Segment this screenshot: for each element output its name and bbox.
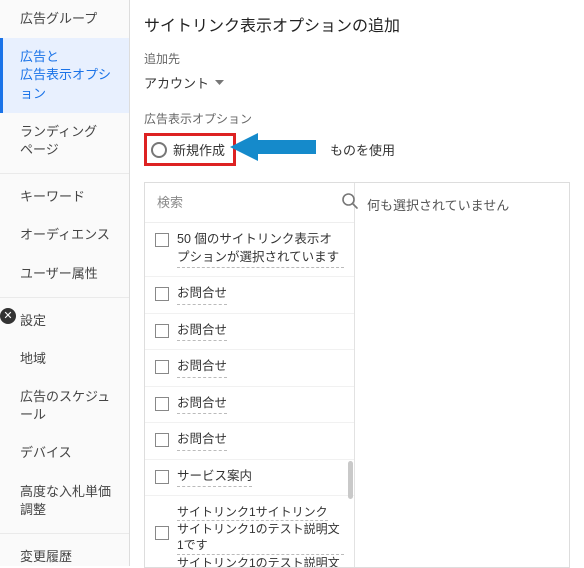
list-item[interactable]: お問合せ <box>145 314 354 351</box>
checkbox[interactable] <box>155 433 169 447</box>
checkbox[interactable] <box>155 526 169 540</box>
sidebar-item-audiences[interactable]: オーディエンス <box>0 216 129 254</box>
sidebar-item-settings[interactable]: 設定 <box>0 302 129 340</box>
main-panel: サイトリンク表示オプションの追加 追加先 アカウント 広告表示オプション 新規作… <box>130 0 584 566</box>
list-item[interactable]: お問合せ <box>145 350 354 387</box>
scrollbar[interactable] <box>348 461 353 499</box>
list-item[interactable]: サイトリンク1サイトリンク サイトリンク1のテスト説明文1です サイトリンク1の… <box>145 496 354 567</box>
create-option-row: 新規作成 ものを使用 <box>144 133 570 166</box>
search-row <box>145 183 354 223</box>
selected-panel: 何も選択されていません <box>355 183 569 567</box>
sidebar-item-landing-pages[interactable]: ランディング ページ <box>0 113 129 169</box>
extension-list[interactable]: 50 個のサイトリンク表示オプションが選択されています お問合せ お問合せ お問… <box>145 223 354 567</box>
available-panel: 50 個のサイトリンク表示オプションが選択されています お問合せ お問合せ お問… <box>145 183 355 567</box>
account-dropdown[interactable]: アカウント <box>144 73 224 92</box>
list-item-label: お問合せ <box>177 285 227 305</box>
extension-section-label: 広告表示オプション <box>144 110 570 127</box>
selection-panels: 50 個のサイトリンク表示オプションが選択されています お問合せ お問合せ お問… <box>144 182 570 568</box>
list-item-label: サービス案内 <box>177 468 252 488</box>
sidebar-item-locations[interactable]: 地域 <box>0 340 129 378</box>
sidebar: 広告グループ 広告と 広告表示オプション ランディング ページ キーワード オー… <box>0 0 130 566</box>
list-item[interactable]: 50 個のサイトリンク表示オプションが選択されています <box>145 223 354 277</box>
list-item-label: お問合せ <box>177 431 227 451</box>
list-item[interactable]: お問合せ <box>145 277 354 314</box>
sidebar-item-ads-extensions[interactable]: 広告と 広告表示オプション <box>0 38 129 113</box>
detail-line: サイトリンク1のテスト説明文1です <box>177 521 344 554</box>
divider <box>0 297 129 298</box>
chevron-down-icon <box>215 80 224 86</box>
checkbox[interactable] <box>155 360 169 374</box>
sidebar-item-devices[interactable]: デバイス <box>0 434 129 472</box>
list-item-label: お問合せ <box>177 395 227 415</box>
sidebar-item-ad-groups[interactable]: 広告グループ <box>0 0 129 38</box>
none-selected-text: 何も選択されていません <box>367 198 509 213</box>
use-existing-text: ものを使用 <box>330 140 395 159</box>
sidebar-item-ad-schedule[interactable]: 広告のスケジュール <box>0 378 129 434</box>
collapse-sidebar-icon[interactable]: ✕ <box>0 308 16 324</box>
list-item[interactable]: お問合せ <box>145 387 354 424</box>
destination-label: 追加先 <box>144 50 570 67</box>
detail-line: サイトリンク1サイトリンク <box>177 504 328 521</box>
checkbox[interactable] <box>155 470 169 484</box>
sidebar-item-demographics[interactable]: ユーザー属性 <box>0 255 129 293</box>
list-item-label: お問合せ <box>177 358 227 378</box>
sidebar-item-keywords[interactable]: キーワード <box>0 178 129 216</box>
sidebar-item-advanced-bid[interactable]: 高度な入札単価調整 <box>0 473 129 529</box>
list-item[interactable]: サービス案内 <box>145 460 354 497</box>
radio-new-create-label: 新規作成 <box>173 140 225 159</box>
search-input[interactable] <box>155 194 335 211</box>
list-item-label: お問合せ <box>177 322 227 342</box>
sidebar-item-change-history[interactable]: 変更履歴 <box>0 538 129 566</box>
list-item-label: 50 個のサイトリンク表示オプションが選択されています <box>177 231 344 268</box>
account-dropdown-label: アカウント <box>144 73 209 92</box>
radio-new-create[interactable] <box>151 142 167 158</box>
checkbox[interactable] <box>155 287 169 301</box>
checkbox[interactable] <box>155 324 169 338</box>
list-item[interactable]: お問合せ <box>145 423 354 460</box>
checkbox[interactable] <box>155 397 169 411</box>
radio-new-create-highlight: 新規作成 <box>144 133 236 166</box>
divider <box>0 533 129 534</box>
divider <box>0 173 129 174</box>
detail-line: サイトリンク1のテスト説明文2です <box>177 555 344 567</box>
page-title: サイトリンク表示オプションの追加 <box>144 12 570 36</box>
callout-arrow-icon <box>230 131 326 166</box>
list-item-detail-lines: サイトリンク1サイトリンク サイトリンク1のテスト説明文1です サイトリンク1の… <box>177 504 344 567</box>
checkbox[interactable] <box>155 233 169 247</box>
search-icon[interactable] <box>341 192 359 213</box>
